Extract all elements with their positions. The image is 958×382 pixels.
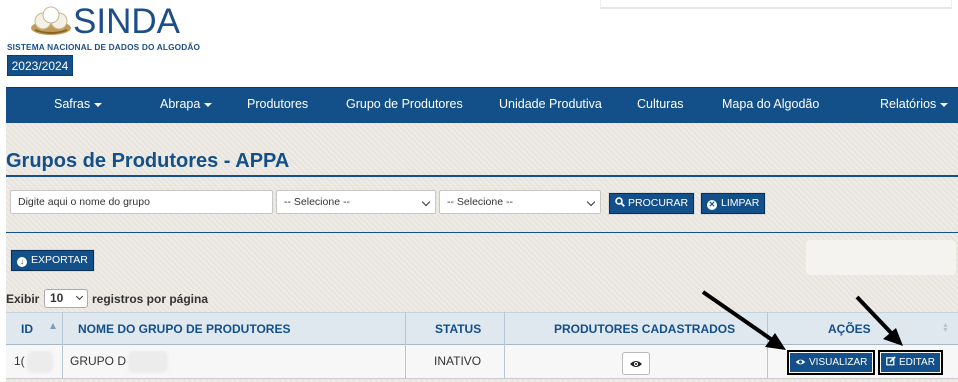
nav-abrapa[interactable]: Abrapa <box>160 88 213 123</box>
nav-label: Mapa do Algodão <box>722 97 820 111</box>
select-value: -- Selecione -- <box>447 196 513 208</box>
redacted-block <box>26 350 53 373</box>
column-divider <box>405 312 406 378</box>
nav-mapa-algodao[interactable]: Mapa do Algodão <box>722 88 819 123</box>
caret-down-icon <box>204 102 213 107</box>
edit-button[interactable]: EDITAR <box>880 352 941 373</box>
nav-culturas[interactable]: Culturas <box>637 88 684 123</box>
sinda-logo[interactable]: SINDA SISTEMA NACIONAL DE DADOS DO ALGOD… <box>7 2 217 52</box>
column-divider <box>62 312 63 378</box>
filter-divider <box>6 232 958 233</box>
nav-label: Unidade Produtiva <box>499 97 602 111</box>
chevron-down-icon <box>75 292 84 301</box>
page-size-value: 10 <box>50 291 64 305</box>
logo-wordmark: SINDA <box>73 2 180 41</box>
filter-select-2[interactable]: -- Selecione -- <box>439 190 601 214</box>
pager-prefix: Exibir <box>6 292 40 306</box>
nav-label: Abrapa <box>160 97 201 111</box>
logo-subtitle: SISTEMA NACIONAL DE DADOS DO ALGODÃO <box>7 42 201 52</box>
redacted-block <box>128 350 169 373</box>
clear-button-label: LIMPAR <box>721 197 760 209</box>
nav-label: Culturas <box>637 97 684 111</box>
column-divider <box>767 312 768 378</box>
col-header-actions: AÇÕES <box>828 322 871 336</box>
search-button-label: PROCURAR <box>628 197 689 209</box>
view-button-label: VISUALIZAR <box>809 357 868 368</box>
edit-icon <box>886 356 896 366</box>
table-header: ID NOME DO GRUPO DE PRODUTORES STATUS PR… <box>6 312 958 345</box>
group-name-search-input[interactable]: Digite aqui o nome do grupo <box>10 190 273 214</box>
col-header-id[interactable]: ID <box>21 313 33 346</box>
eye-icon <box>630 361 642 367</box>
main-navbar: Safras Abrapa Produtores Grupo de Produt… <box>6 87 958 123</box>
nav-grupo-produtores[interactable]: Grupo de Produtores <box>346 88 463 123</box>
blank-panel <box>806 240 956 275</box>
nav-relatorios[interactable]: Relatórios <box>880 88 949 123</box>
col-header-producers[interactable]: PRODUTORES CADASTRADOS <box>554 313 735 346</box>
pager-suffix: registros por página <box>92 292 209 306</box>
cell-id-text: 1( <box>14 354 25 368</box>
nav-label: Safras <box>54 97 91 111</box>
caret-down-icon <box>940 102 949 107</box>
nav-safras[interactable]: Safras <box>54 88 103 123</box>
edit-button-label: EDITAR <box>899 357 935 368</box>
filter-select-1[interactable]: -- Selecione -- <box>276 190 436 214</box>
col-header-name[interactable]: NOME DO GRUPO DE PRODUTORES <box>78 313 290 346</box>
col-header-status[interactable]: STATUS <box>435 313 481 346</box>
page-size-select[interactable]: 10 <box>44 289 88 308</box>
season-badge[interactable]: 2023/2024 <box>7 55 73 76</box>
export-button[interactable]: ↓ EXPORTAR <box>10 249 95 272</box>
title-divider <box>6 175 958 177</box>
clear-button[interactable]: ✕ LIMPAR <box>699 192 767 215</box>
nav-label: Produtores <box>247 97 309 111</box>
eye-icon <box>795 359 806 364</box>
search-icon <box>615 197 625 207</box>
column-divider <box>504 312 505 378</box>
nav-label: Grupo de Produtores <box>346 97 463 111</box>
cell-name-text: GRUPO D <box>70 354 127 368</box>
sort-asc-icon <box>50 323 56 329</box>
sort-both-icon: ▲ ▼ <box>942 322 949 334</box>
view-button[interactable]: VISUALIZAR <box>789 352 874 373</box>
view-producers-button[interactable] <box>622 352 650 375</box>
cell-id: 1( <box>14 345 53 379</box>
nav-unidade-produtiva[interactable]: Unidade Produtiva <box>499 88 602 123</box>
chevron-down-icon <box>586 197 596 207</box>
page-title: Grupos de Produtores - APPA <box>6 150 290 172</box>
caret-down-icon <box>94 102 103 107</box>
download-icon: ↓ <box>17 257 27 267</box>
export-button-label: EXPORTAR <box>31 254 88 266</box>
search-button[interactable]: PROCURAR <box>607 192 696 215</box>
nav-label: Relatórios <box>880 97 937 111</box>
top-search-field[interactable] <box>600 0 952 9</box>
clear-x-icon: ✕ <box>707 200 717 210</box>
cell-name: GRUPO D <box>70 345 169 379</box>
cell-status: INATIVO <box>434 354 482 368</box>
select-value: -- Selecione -- <box>284 196 350 208</box>
nav-produtores[interactable]: Produtores <box>247 88 308 123</box>
cotton-flower-icon <box>31 6 71 35</box>
chevron-down-icon <box>421 197 431 207</box>
